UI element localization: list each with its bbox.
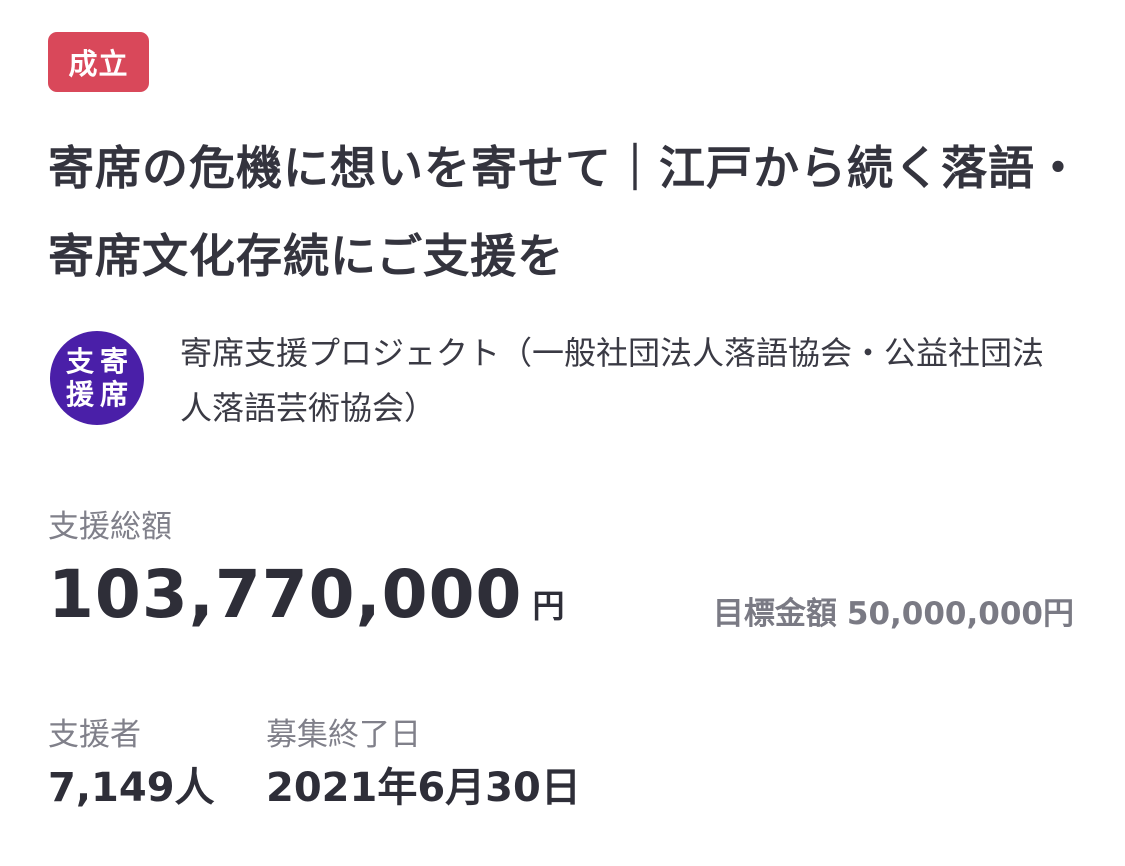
- owner-avatar[interactable]: 支 寄 援 席: [50, 331, 144, 425]
- avatar-char-2: 寄: [99, 344, 128, 378]
- goal-amount: 目標金額 50,000,000円: [713, 588, 1074, 633]
- goal-amount-label: 目標金額: [712, 596, 837, 632]
- deadline-value: 2021年6月30日: [266, 765, 581, 811]
- total-amount-value: 103,770,000: [48, 556, 523, 633]
- project-title: 寄席の危機に想いを寄せて｜江戸から続く落語・寄席文化存続にご支援を: [48, 141, 1082, 283]
- goal-amount-value: 50,000,000円: [846, 596, 1074, 632]
- total-amount-label: 支援総額: [48, 509, 172, 545]
- supporters-value: 7,149人: [48, 765, 215, 811]
- total-amount: 103,770,000 円: [48, 556, 564, 646]
- status-badge: 成立: [48, 32, 149, 92]
- avatar-char-3: 援: [65, 377, 94, 411]
- project-owner[interactable]: 支 寄 援 席 寄席支援プロジェクト（一般社団法人落語協会・公益社団法人落語芸術…: [48, 326, 1088, 436]
- deadline-label: 募集終了日: [266, 717, 421, 753]
- avatar-char-1: 支: [65, 344, 94, 378]
- total-amount-unit: 円: [532, 587, 565, 625]
- owner-name-link[interactable]: 寄席支援プロジェクト（一般社団法人落語協会・公益社団法人落語芸術協会）: [180, 326, 1060, 436]
- avatar-char-4: 席: [99, 377, 128, 411]
- supporters-label: 支援者: [48, 717, 141, 753]
- project-summary: 成立 寄席の危機に想いを寄せて｜江戸から続く落語・寄席文化存続にご支援を 支 寄…: [0, 0, 1125, 866]
- status-badge-label: 成立: [68, 47, 129, 81]
